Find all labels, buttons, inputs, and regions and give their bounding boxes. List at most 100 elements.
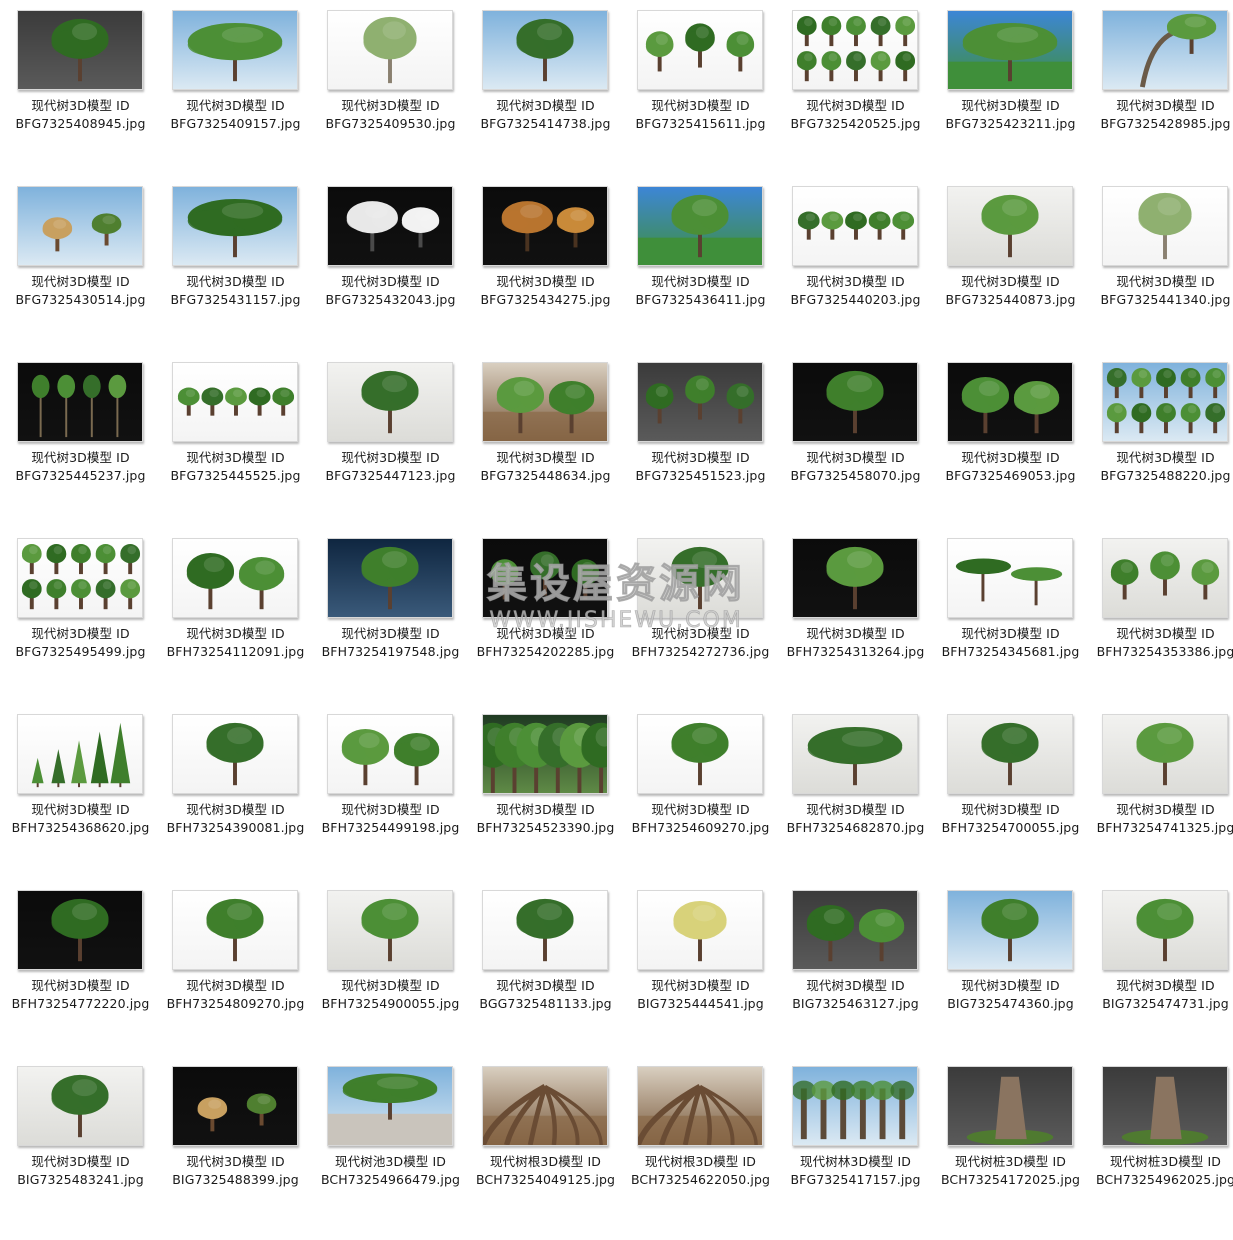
file-label[interactable]: 现代树桩3D模型 ID BCH73254962025.jpg [1088,1153,1233,1189]
file-thumbnail[interactable] [327,714,453,794]
file-thumbnail[interactable] [327,538,453,618]
file-thumbnail[interactable] [792,714,918,794]
file-item[interactable]: 现代树3D模型 ID BFH73254202285.jpg [468,536,623,712]
file-thumbnail[interactable] [1102,538,1228,618]
file-label[interactable]: 现代树3D模型 ID BIG7325463127.jpg [778,977,933,1013]
file-thumbnail[interactable] [172,538,298,618]
file-thumbnail[interactable] [637,890,763,970]
file-thumbnail[interactable] [17,1066,143,1146]
file-item[interactable]: 现代树3D模型 ID BFH73254345681.jpg [933,536,1088,712]
file-item[interactable]: 现代树3D模型 ID BFG7325440203.jpg [778,184,933,360]
file-item[interactable]: 现代树3D模型 ID BIG7325483241.jpg [3,1064,158,1240]
file-thumbnail[interactable] [17,890,143,970]
file-item[interactable]: 现代树3D模型 ID BFH73254700055.jpg [933,712,1088,888]
file-thumbnail[interactable] [172,890,298,970]
file-item[interactable]: 现代树3D模型 ID BFH73254741325.jpg [1088,712,1233,888]
file-item[interactable]: 现代树根3D模型 ID BCH73254049125.jpg [468,1064,623,1240]
file-label[interactable]: 现代树3D模型 ID BFH73254900055.jpg [313,977,468,1013]
file-label[interactable]: 现代树3D模型 ID BFG7325408945.jpg [3,97,158,133]
file-label[interactable]: 现代树3D模型 ID BFG7325415611.jpg [623,97,778,133]
file-thumbnail[interactable] [1102,714,1228,794]
file-item[interactable]: 现代树3D模型 ID BFG7325430514.jpg [3,184,158,360]
file-label[interactable]: 现代树3D模型 ID BFH73254197548.jpg [313,625,468,661]
file-thumbnail[interactable] [482,538,608,618]
file-label[interactable]: 现代树3D模型 ID BFH73254368620.jpg [3,801,158,837]
file-label[interactable]: 现代树3D模型 ID BFH73254345681.jpg [933,625,1088,661]
file-label[interactable]: 现代树3D模型 ID BFG7325440873.jpg [933,273,1088,309]
file-thumbnail[interactable] [637,186,763,266]
file-item[interactable]: 现代树3D模型 ID BFG7325447123.jpg [313,360,468,536]
file-item[interactable]: 现代树3D模型 ID BIG7325474731.jpg [1088,888,1233,1064]
file-item[interactable]: 现代树桩3D模型 ID BCH73254962025.jpg [1088,1064,1233,1240]
file-label[interactable]: 现代树3D模型 ID BFH73254353386.jpg [1088,625,1233,661]
file-item[interactable]: 现代树3D模型 ID BGG7325481133.jpg [468,888,623,1064]
file-thumbnail[interactable] [947,714,1073,794]
file-label[interactable]: 现代树3D模型 ID BFG7325414738.jpg [468,97,623,133]
file-label[interactable]: 现代树3D模型 ID BIG7325474360.jpg [933,977,1088,1013]
file-label[interactable]: 现代树3D模型 ID BFH73254272736.jpg [623,625,778,661]
file-item[interactable]: 现代树3D模型 ID BFG7325458070.jpg [778,360,933,536]
file-label[interactable]: 现代树3D模型 ID BFG7325445237.jpg [3,449,158,485]
file-label[interactable]: 现代树桩3D模型 ID BCH73254172025.jpg [933,1153,1088,1189]
file-thumbnail[interactable] [482,890,608,970]
file-thumbnail[interactable] [947,10,1073,90]
file-item[interactable]: 现代树3D模型 ID BFH73254112091.jpg [158,536,313,712]
file-item[interactable]: 现代树3D模型 ID BFH73254353386.jpg [1088,536,1233,712]
file-label[interactable]: 现代树3D模型 ID BFH73254313264.jpg [778,625,933,661]
file-label[interactable]: 现代树3D模型 ID BFH73254809270.jpg [158,977,313,1013]
file-item[interactable]: 现代树3D模型 ID BFG7325420525.jpg [778,8,933,184]
file-label[interactable]: 现代树根3D模型 ID BCH73254622050.jpg [623,1153,778,1189]
file-thumbnail[interactable] [327,10,453,90]
file-label[interactable]: 现代树3D模型 ID BFG7325409530.jpg [313,97,468,133]
file-item[interactable]: 现代树3D模型 ID BFG7325436411.jpg [623,184,778,360]
file-thumbnail[interactable] [637,714,763,794]
file-label[interactable]: 现代树3D模型 ID BFG7325432043.jpg [313,273,468,309]
file-thumbnail[interactable] [792,890,918,970]
file-thumbnail[interactable] [17,714,143,794]
file-item[interactable]: 现代树3D模型 ID BFG7325408945.jpg [3,8,158,184]
file-item[interactable]: 现代树根3D模型 ID BCH73254622050.jpg [623,1064,778,1240]
file-item[interactable]: 现代树3D模型 ID BFG7325451523.jpg [623,360,778,536]
file-item[interactable]: 现代树3D模型 ID BFG7325445525.jpg [158,360,313,536]
file-item[interactable]: 现代树3D模型 ID BIG7325474360.jpg [933,888,1088,1064]
file-thumbnail[interactable] [172,714,298,794]
file-label[interactable]: 现代树3D模型 ID BFH73254682870.jpg [778,801,933,837]
file-label[interactable]: 现代树3D模型 ID BGG7325481133.jpg [468,977,623,1013]
file-label[interactable]: 现代树3D模型 ID BFG7325440203.jpg [778,273,933,309]
file-label[interactable]: 现代树3D模型 ID BFH73254499198.jpg [313,801,468,837]
file-label[interactable]: 现代树池3D模型 ID BCH73254966479.jpg [313,1153,468,1189]
file-label[interactable]: 现代树3D模型 ID BFG7325441340.jpg [1088,273,1233,309]
file-label[interactable]: 现代树林3D模型 ID BFG7325417157.jpg [778,1153,933,1189]
file-label[interactable]: 现代树3D模型 ID BFG7325423211.jpg [933,97,1088,133]
file-item[interactable]: 现代树林3D模型 ID BFG7325417157.jpg [778,1064,933,1240]
file-thumbnail[interactable] [947,362,1073,442]
file-item[interactable]: 现代树3D模型 ID BFG7325488220.jpg [1088,360,1233,536]
file-label[interactable]: 现代树3D模型 ID BFG7325436411.jpg [623,273,778,309]
file-thumbnail[interactable] [327,1066,453,1146]
file-item[interactable]: 现代树3D模型 ID BFG7325409157.jpg [158,8,313,184]
file-thumbnail[interactable] [482,362,608,442]
file-label[interactable]: 现代树根3D模型 ID BCH73254049125.jpg [468,1153,623,1189]
file-thumbnail[interactable] [482,1066,608,1146]
file-item[interactable]: 现代树3D模型 ID BFH73254499198.jpg [313,712,468,888]
file-item[interactable]: 现代树3D模型 ID BFG7325434275.jpg [468,184,623,360]
file-label[interactable]: 现代树3D模型 ID BFG7325420525.jpg [778,97,933,133]
file-thumbnail[interactable] [637,538,763,618]
file-thumbnail[interactable] [792,10,918,90]
file-thumbnail[interactable] [637,1066,763,1146]
file-item[interactable]: 现代树3D模型 ID BFH73254523390.jpg [468,712,623,888]
file-label[interactable]: 现代树3D模型 ID BFG7325431157.jpg [158,273,313,309]
file-item[interactable]: 现代树3D模型 ID BFH73254772220.jpg [3,888,158,1064]
file-thumbnail[interactable] [172,362,298,442]
file-item[interactable]: 现代树3D模型 ID BFG7325445237.jpg [3,360,158,536]
file-item[interactable]: 现代树3D模型 ID BFG7325440873.jpg [933,184,1088,360]
file-item[interactable]: 现代树3D模型 ID BFG7325495499.jpg [3,536,158,712]
file-item[interactable]: 现代树池3D模型 ID BCH73254966479.jpg [313,1064,468,1240]
file-thumbnail[interactable] [17,186,143,266]
file-thumbnail[interactable] [637,362,763,442]
file-item[interactable]: 现代树3D模型 ID BFH73254197548.jpg [313,536,468,712]
file-item[interactable]: 现代树3D模型 ID BIG7325488399.jpg [158,1064,313,1240]
file-thumbnail[interactable] [17,362,143,442]
file-thumbnail[interactable] [482,10,608,90]
file-item[interactable]: 现代树3D模型 ID BFG7325441340.jpg [1088,184,1233,360]
